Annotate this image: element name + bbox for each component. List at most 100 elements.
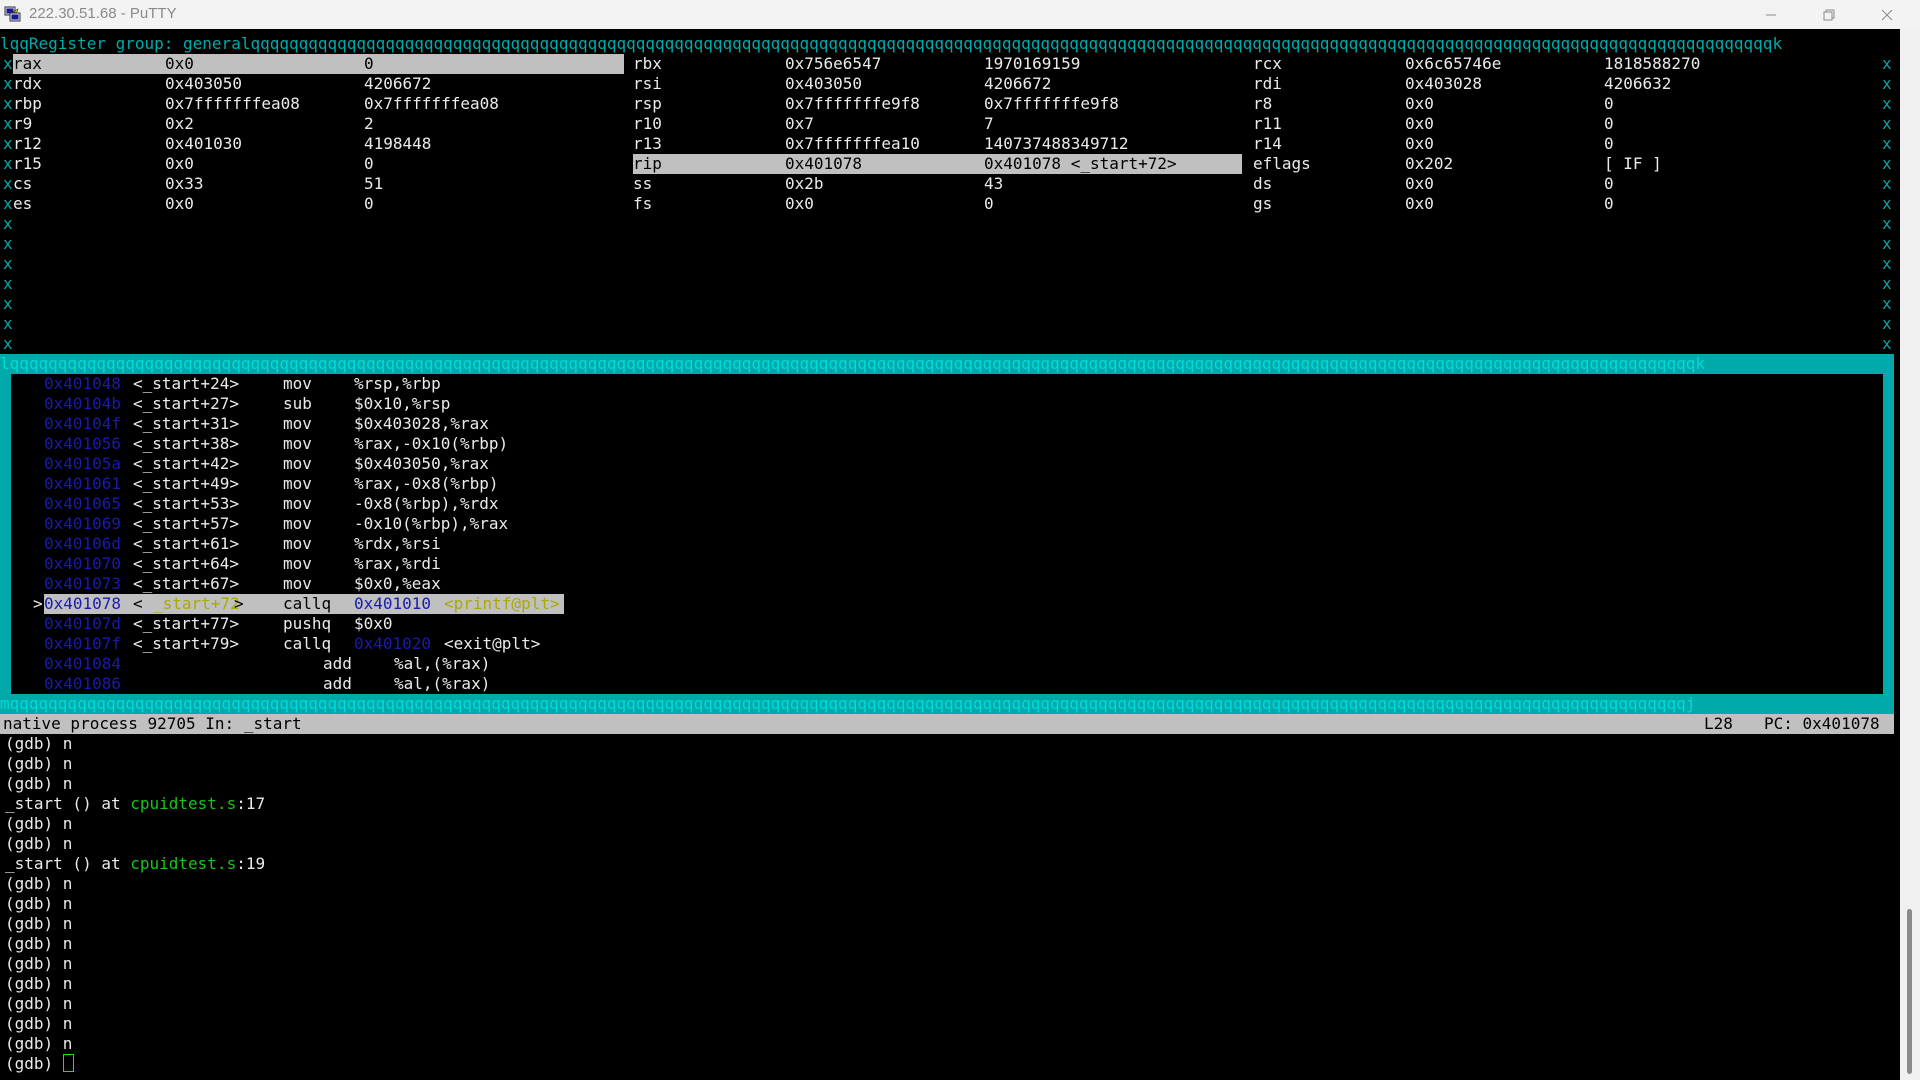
register-hex[interactable]: 0x0 bbox=[1405, 114, 1434, 134]
console-prompt-line[interactable]: (gdb) bbox=[5, 1054, 74, 1074]
register-name[interactable]: ss bbox=[633, 174, 652, 194]
register-hex[interactable]: 0x6c65746e bbox=[1405, 54, 1501, 74]
register-hex[interactable]: 0x7fffffffea08 bbox=[165, 94, 300, 114]
restore-button[interactable] bbox=[1806, 0, 1852, 29]
register-name[interactable]: r13 bbox=[633, 134, 662, 154]
register-hex[interactable]: 0x202 bbox=[1405, 154, 1453, 174]
register-hex[interactable]: 0x403028 bbox=[1405, 74, 1482, 94]
asm-address[interactable]: 0x401078 bbox=[44, 594, 121, 614]
register-value[interactable]: 0 bbox=[364, 54, 374, 74]
asm-call-target[interactable]: 0x401010 bbox=[354, 594, 431, 614]
asm-address[interactable]: 0x40105a bbox=[44, 454, 121, 474]
register-hex[interactable]: 0x401078 bbox=[785, 154, 862, 174]
register-hex[interactable]: 0x0 bbox=[165, 154, 194, 174]
register-value[interactable]: 4206672 bbox=[984, 74, 1051, 94]
register-value[interactable]: 140737488349712 bbox=[984, 134, 1129, 154]
register-name[interactable]: rdi bbox=[1253, 74, 1282, 94]
register-value[interactable]: 0 bbox=[364, 194, 374, 214]
asm-call-symbol[interactable]: <printf@plt> bbox=[444, 594, 560, 614]
register-hex[interactable]: 0x7 bbox=[785, 114, 814, 134]
asm-address[interactable]: 0x401065 bbox=[44, 494, 121, 514]
asm-address[interactable]: 0x40104f bbox=[44, 414, 121, 434]
asm-address[interactable]: 0x40104b bbox=[44, 394, 121, 414]
register-hex[interactable]: 0x2b bbox=[785, 174, 824, 194]
asm-address[interactable]: 0x401056 bbox=[44, 434, 121, 454]
asm-address[interactable]: 0x401073 bbox=[44, 574, 121, 594]
register-hex[interactable]: 0x0 bbox=[1405, 94, 1434, 114]
register-name[interactable]: rcx bbox=[1253, 54, 1282, 74]
register-name[interactable]: rip bbox=[633, 154, 662, 174]
register-name[interactable]: fs bbox=[633, 194, 652, 214]
register-name[interactable]: r14 bbox=[1253, 134, 1282, 154]
register-value[interactable]: 4206632 bbox=[1604, 74, 1671, 94]
asm-address[interactable]: 0x401061 bbox=[44, 474, 121, 494]
register-value[interactable]: 43 bbox=[984, 174, 1003, 194]
minimize-button[interactable] bbox=[1748, 0, 1794, 29]
register-hex[interactable]: 0x403050 bbox=[165, 74, 242, 94]
register-hex[interactable]: 0x7fffffffea10 bbox=[785, 134, 920, 154]
register-hex[interactable]: 0x0 bbox=[1405, 194, 1434, 214]
register-value[interactable]: [ IF ] bbox=[1604, 154, 1662, 174]
window-titlebar[interactable]: 222.30.51.68 - PuTTY bbox=[0, 0, 1920, 29]
register-value[interactable]: 0 bbox=[1604, 114, 1614, 134]
register-name[interactable]: rax bbox=[13, 54, 42, 74]
register-hex[interactable]: 0x0 bbox=[785, 194, 814, 214]
register-value[interactable]: 51 bbox=[364, 174, 383, 194]
register-hex[interactable]: 0x401030 bbox=[165, 134, 242, 154]
asm-call-symbol[interactable]: <exit@plt> bbox=[444, 634, 540, 654]
asm-address[interactable]: 0x401048 bbox=[44, 374, 121, 394]
register-value[interactable]: 0 bbox=[1604, 174, 1614, 194]
register-value[interactable]: 0x7fffffffea08 bbox=[364, 94, 499, 114]
vertical-scrollbar[interactable] bbox=[1900, 29, 1920, 1080]
register-name[interactable]: cs bbox=[13, 174, 32, 194]
register-hex[interactable]: 0x0 bbox=[165, 194, 194, 214]
register-name[interactable]: r11 bbox=[1253, 114, 1282, 134]
asm-address[interactable]: 0x40107d bbox=[44, 614, 121, 634]
register-value[interactable]: 0x7fffffffe9f8 bbox=[984, 94, 1119, 114]
register-hex[interactable]: 0x33 bbox=[165, 174, 204, 194]
register-value[interactable]: 0x401078 <_start+72> bbox=[984, 154, 1177, 174]
register-value[interactable]: 0 bbox=[364, 154, 374, 174]
register-value[interactable]: 4206672 bbox=[364, 74, 431, 94]
register-hex[interactable]: 0x0 bbox=[165, 54, 194, 74]
asm-address[interactable]: 0x401069 bbox=[44, 514, 121, 534]
register-value[interactable]: 0 bbox=[1604, 134, 1614, 154]
register-hex[interactable]: 0x0 bbox=[1405, 174, 1434, 194]
terminal-area[interactable]: lqqRegister group: generalqqqqqqqqqqqqqq… bbox=[0, 29, 1900, 1080]
register-name[interactable]: ds bbox=[1253, 174, 1272, 194]
register-hex[interactable]: 0x7fffffffe9f8 bbox=[785, 94, 920, 114]
putty-app-icon[interactable] bbox=[4, 6, 22, 22]
register-name[interactable]: rsp bbox=[633, 94, 662, 114]
register-value[interactable]: 0 bbox=[1604, 94, 1614, 114]
register-hex[interactable]: 0x2 bbox=[165, 114, 194, 134]
register-name[interactable]: r9 bbox=[13, 114, 32, 134]
register-name[interactable]: rdx bbox=[13, 74, 42, 94]
register-value[interactable]: 0 bbox=[1604, 194, 1614, 214]
register-name[interactable]: es bbox=[13, 194, 32, 214]
scrollbar-thumb[interactable] bbox=[1907, 909, 1912, 1074]
register-hex[interactable]: 0x756e6547 bbox=[785, 54, 881, 74]
asm-address[interactable]: 0x401084 bbox=[44, 654, 121, 674]
asm-call-target[interactable]: 0x401020 bbox=[354, 634, 431, 654]
register-value[interactable]: 2 bbox=[364, 114, 374, 134]
asm-address[interactable]: 0x40107f bbox=[44, 634, 121, 654]
register-name[interactable]: r8 bbox=[1253, 94, 1272, 114]
text-cursor[interactable] bbox=[62, 1054, 74, 1072]
register-name[interactable]: eflags bbox=[1253, 154, 1311, 174]
close-button[interactable] bbox=[1864, 0, 1910, 29]
register-name[interactable]: r10 bbox=[633, 114, 662, 134]
register-value[interactable]: 7 bbox=[984, 114, 994, 134]
asm-address[interactable]: 0x40106d bbox=[44, 534, 121, 554]
register-name[interactable]: rsi bbox=[633, 74, 662, 94]
register-name[interactable]: rbx bbox=[633, 54, 662, 74]
register-value[interactable]: 1970169159 bbox=[984, 54, 1080, 74]
register-hex[interactable]: 0x403050 bbox=[785, 74, 862, 94]
register-value[interactable]: 1818588270 bbox=[1604, 54, 1700, 74]
register-name[interactable]: rbp bbox=[13, 94, 42, 114]
register-name[interactable]: r12 bbox=[13, 134, 42, 154]
register-value[interactable]: 4198448 bbox=[364, 134, 431, 154]
register-value[interactable]: 0 bbox=[984, 194, 994, 214]
register-name[interactable]: gs bbox=[1253, 194, 1272, 214]
register-hex[interactable]: 0x0 bbox=[1405, 134, 1434, 154]
asm-address[interactable]: 0x401070 bbox=[44, 554, 121, 574]
